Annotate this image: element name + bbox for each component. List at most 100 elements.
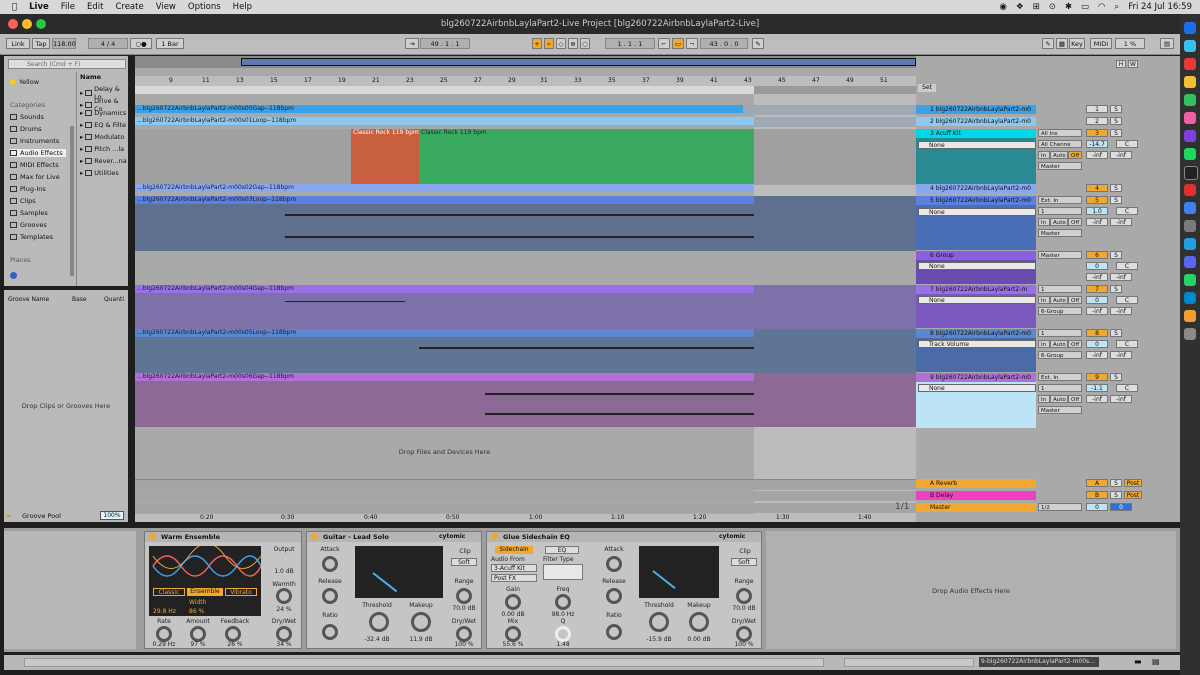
sidechain-tap-chooser[interactable]: Post FX bbox=[491, 574, 537, 582]
link-button[interactable]: Link bbox=[6, 38, 30, 49]
master-volume[interactable]: 0 bbox=[1086, 503, 1108, 511]
time-signature-field[interactable]: 4 / 4 bbox=[88, 38, 128, 49]
width-value[interactable]: 86 % bbox=[189, 608, 204, 615]
soft-clip-button[interactable]: Soft bbox=[451, 558, 477, 566]
menu-file[interactable]: File bbox=[61, 2, 75, 12]
overview-visible-region[interactable] bbox=[241, 58, 916, 66]
minimize-window-button[interactable] bbox=[22, 19, 32, 29]
tempo-field[interactable]: 118.00 bbox=[52, 38, 76, 49]
punch-out-icon[interactable]: ¬ bbox=[686, 38, 698, 49]
zoom-window-button[interactable] bbox=[36, 19, 46, 29]
spotify-icon[interactable] bbox=[1184, 148, 1196, 160]
makeup-knob[interactable] bbox=[689, 612, 709, 632]
track-5-input-type[interactable]: Ext. In bbox=[1038, 196, 1082, 204]
whatsapp-icon[interactable] bbox=[1184, 274, 1196, 286]
track-3-monitor-off[interactable]: Off bbox=[1068, 151, 1082, 159]
track-9-header[interactable]: 9 blg260722AirbnbLaylaPart2-m0 bbox=[916, 373, 1036, 382]
track-1-solo[interactable]: S bbox=[1110, 105, 1122, 113]
folder-eq[interactable]: ▸ EQ & Filte bbox=[80, 121, 126, 129]
track-3-input-channel[interactable]: All Channe bbox=[1038, 140, 1082, 148]
soft-clip-button[interactable]: Soft bbox=[731, 558, 757, 566]
device-on-icon[interactable] bbox=[491, 533, 498, 540]
category-samples[interactable]: Samples bbox=[10, 209, 48, 217]
lane-1[interactable]: ...blg260722AirbnbLaylaPart2-m00s00Gap--… bbox=[135, 105, 916, 115]
song-position-field[interactable]: 49 . 1 . 1 bbox=[420, 38, 470, 49]
gain-knob[interactable] bbox=[505, 594, 521, 610]
menu-create[interactable]: Create bbox=[115, 2, 143, 12]
track-5-header[interactable]: 5 blg260722AirbnbLaylaPart2-m0 bbox=[916, 196, 1036, 205]
release-knob[interactable] bbox=[322, 588, 338, 604]
midi-map-button[interactable]: MIDI bbox=[1090, 38, 1112, 49]
makeup-value[interactable]: 0.00 dB bbox=[679, 636, 719, 643]
category-max-for-live[interactable]: Max for Live bbox=[10, 173, 60, 181]
safari-icon[interactable] bbox=[1184, 40, 1196, 52]
track-7-volume[interactable]: 0 bbox=[1086, 296, 1108, 304]
grid-icon[interactable]: ⊞ bbox=[1033, 2, 1040, 12]
capture-icon[interactable]: ⊕ bbox=[568, 38, 578, 49]
threshold-value[interactable]: -15.9 dB bbox=[639, 636, 679, 643]
drywet-value[interactable]: 100 % bbox=[727, 641, 761, 648]
groove-pool-label[interactable]: Groove Pool bbox=[22, 512, 61, 520]
return-b-post[interactable]: Post bbox=[1124, 491, 1142, 499]
mode-vibrato[interactable]: Vibrato bbox=[225, 588, 257, 596]
lane-6[interactable] bbox=[135, 251, 916, 285]
app-icon[interactable] bbox=[1184, 202, 1196, 214]
freq-knob[interactable] bbox=[555, 594, 571, 610]
range-knob[interactable] bbox=[456, 588, 472, 604]
return-b-activator[interactable]: B bbox=[1086, 491, 1108, 499]
track-9-monitor-off[interactable]: Off bbox=[1068, 395, 1082, 403]
track-9-monitor-auto[interactable]: Auto bbox=[1050, 395, 1068, 403]
device-on-icon[interactable] bbox=[149, 533, 156, 540]
master-pan[interactable]: 0 bbox=[1110, 503, 1132, 511]
clip-track9[interactable]: ...blg260722AirbnbLaylaPart2-m00s06Gap--… bbox=[135, 373, 754, 381]
h-button[interactable]: H bbox=[1116, 60, 1126, 68]
return-a-header[interactable]: A Reverb bbox=[916, 479, 1036, 488]
mode-classic[interactable]: Classic bbox=[153, 588, 185, 596]
track-5-pan[interactable]: C bbox=[1116, 207, 1138, 215]
q-value[interactable]: 1.48 bbox=[543, 641, 583, 648]
track-7-output[interactable]: 6-Group bbox=[1038, 307, 1082, 315]
threshold-value[interactable]: -32.4 dB bbox=[355, 636, 399, 643]
track-5-monitor-off[interactable]: Off bbox=[1068, 218, 1082, 226]
master-cue-out[interactable]: 1/2 bbox=[1038, 503, 1082, 511]
track-9-pan[interactable]: C bbox=[1116, 384, 1138, 392]
quantize-menu[interactable]: 1 Bar bbox=[156, 38, 184, 49]
track-4-header[interactable]: 4 blg260722AirbnbLaylaPart2-m0 bbox=[916, 184, 1036, 193]
track-7-header[interactable]: 7 blg260722AirbnbLaylaPart2-m bbox=[916, 285, 1036, 294]
track-1-activator[interactable]: 1 bbox=[1086, 105, 1108, 113]
notes-icon[interactable] bbox=[1184, 76, 1196, 88]
track-5-output[interactable]: Master bbox=[1038, 229, 1082, 237]
key-map-icon[interactable]: ▦ bbox=[1056, 38, 1068, 49]
collection-yellow[interactable]: Yellow bbox=[10, 78, 39, 86]
track-5-device-chooser[interactable]: None bbox=[918, 208, 1036, 216]
lane-return-b[interactable] bbox=[135, 491, 916, 501]
device-warm-ensemble[interactable]: Warm Ensemble Classic Ensemble Vibrato 2… bbox=[144, 531, 302, 649]
clip-track8[interactable]: ...blg260722AirbnbLaylaPart2-m00s05Loop-… bbox=[135, 329, 754, 337]
track-6-header[interactable]: 6 Group bbox=[916, 251, 1036, 260]
category-instruments[interactable]: Instruments bbox=[10, 137, 59, 145]
track-3-input-type[interactable]: All Ins bbox=[1038, 129, 1082, 137]
track-8-activator[interactable]: 8 bbox=[1086, 329, 1108, 337]
pencil-icon[interactable]: ✎ bbox=[1042, 38, 1054, 49]
record-icon[interactable]: ◉ bbox=[1000, 2, 1007, 12]
bar-ruler[interactable]: 9 11 13 15 17 19 21 23 25 27 29 31 33 35… bbox=[135, 76, 916, 86]
device-on-icon[interactable] bbox=[311, 533, 318, 540]
calendar-icon[interactable] bbox=[1184, 58, 1196, 70]
midi-track-view-icon[interactable]: ▬ bbox=[1134, 657, 1142, 666]
time-ruler[interactable]: 0:20 0:30 0:40 0:50 1:00 1:10 1:20 1:30 … bbox=[135, 514, 916, 522]
lane-8[interactable]: ...blg260722AirbnbLaylaPart2-m00s05Loop-… bbox=[135, 329, 916, 373]
folder-utilities[interactable]: ▸ Utilities bbox=[80, 169, 119, 177]
threshold-knob[interactable] bbox=[369, 612, 389, 632]
track-7-monitor-in[interactable]: In bbox=[1038, 296, 1050, 304]
track-2-solo[interactable]: S bbox=[1110, 117, 1122, 125]
discord-icon[interactable] bbox=[1184, 256, 1196, 268]
q-knob[interactable] bbox=[555, 626, 571, 642]
track-8-monitor-off[interactable]: Off bbox=[1068, 340, 1082, 348]
groove-icon[interactable]: ≈ bbox=[6, 512, 12, 520]
add-folder-icon[interactable] bbox=[10, 272, 17, 279]
track-3-solo[interactable]: S bbox=[1110, 129, 1122, 137]
track-3-monitor-in[interactable]: In bbox=[1038, 151, 1050, 159]
track-8-automation-chooser[interactable]: Track Volume bbox=[918, 340, 1036, 348]
track-5-volume[interactable]: 1.0 bbox=[1086, 207, 1108, 215]
track-3-monitor-auto[interactable]: Auto bbox=[1050, 151, 1068, 159]
